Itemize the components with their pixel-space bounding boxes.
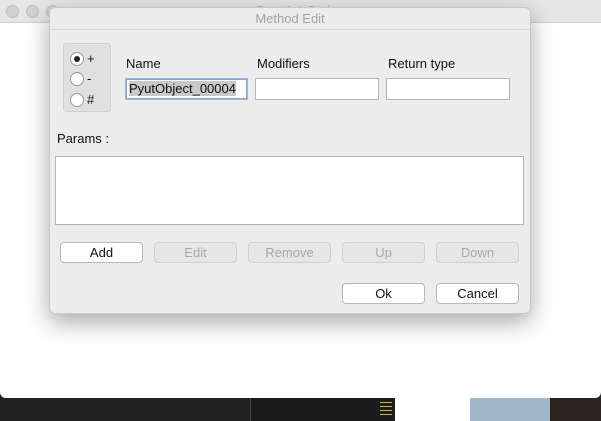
visibility-protected-option[interactable]: # — [70, 92, 94, 107]
modifiers-input[interactable] — [255, 78, 379, 100]
params-label: Params : — [57, 131, 110, 146]
radio-protected-label: # — [87, 92, 95, 107]
return-type-input[interactable] — [386, 78, 510, 100]
name-input[interactable]: PyutObject_00004 — [125, 78, 248, 100]
radio-public-label: + — [87, 51, 95, 66]
background-image — [550, 398, 601, 421]
visibility-radio-group: + - # — [63, 43, 111, 112]
background-decoration — [380, 402, 392, 416]
params-list[interactable] — [55, 156, 524, 225]
radio-private[interactable] — [70, 71, 84, 86]
background-window-blue — [470, 398, 550, 421]
move-param-down-button[interactable]: Down — [436, 242, 519, 263]
remove-param-button[interactable]: Remove — [248, 242, 331, 263]
method-edit-dialog: Method Edit + - # Name Modifiers Return … — [49, 7, 531, 314]
modifiers-label: Modifiers — [257, 56, 310, 71]
dialog-title: Method Edit — [255, 11, 325, 26]
visibility-private-option[interactable]: - — [70, 71, 91, 86]
radio-private-label: - — [87, 71, 92, 86]
visibility-public-option[interactable]: + — [70, 51, 95, 66]
radio-public[interactable] — [70, 51, 84, 66]
add-param-button[interactable]: Add — [60, 242, 143, 263]
name-label: Name — [126, 56, 161, 71]
background-window-dark — [250, 398, 396, 421]
name-input-value: PyutObject_00004 — [129, 81, 236, 96]
return-type-label: Return type — [388, 56, 456, 71]
background-window-light — [395, 398, 470, 421]
move-param-up-button[interactable]: Up — [342, 242, 425, 263]
cancel-button[interactable]: Cancel — [436, 283, 519, 304]
ok-button[interactable]: Ok — [342, 283, 425, 304]
edit-param-button[interactable]: Edit — [154, 242, 237, 263]
title-divider — [50, 29, 530, 30]
radio-protected[interactable] — [70, 92, 84, 107]
